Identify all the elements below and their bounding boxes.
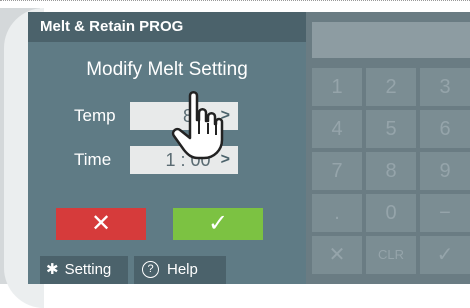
keypad-key[interactable]: ✕ [312,236,362,274]
setting-label: Setting [64,261,112,278]
keypad-key[interactable]: 5 [366,110,416,148]
keypad-key[interactable]: 1 [312,68,362,106]
cancel-button[interactable]: ✕ [56,208,146,240]
help-button[interactable]: ? Help [134,256,226,284]
confirm-button[interactable]: ✓ [173,208,263,240]
keypad-display [312,22,470,58]
keypad-key[interactable]: 4 [312,110,362,148]
help-icon: ? [142,260,159,278]
keypad-key[interactable]: 7 [312,152,362,190]
temp-label: Temp [74,106,116,125]
title-bar: Melt & Retain PROG [28,12,306,42]
dialog-subtitle: Modify Melt Setting [86,59,248,80]
main-panel: Melt & Retain PROG Modify Melt Setting T… [28,12,306,284]
close-icon: ✕ [90,210,112,237]
keypad-key[interactable]: 3 [420,68,470,106]
check-icon: ✓ [207,210,229,237]
keypad-key[interactable]: − [420,194,470,232]
help-label: Help [167,261,198,278]
keypad-panel: 1 2 3 4 5 6 7 8 9. 0− ✕ CLR ✓ [306,12,470,284]
keypad-key[interactable]: CLR [366,236,416,274]
keypad-key[interactable]: . [312,194,362,232]
keypad-key[interactable]: 6 [420,110,470,148]
keypad-key[interactable]: 9 [420,152,470,190]
setting-button[interactable]: ✱ Setting [40,256,128,284]
top-border [0,0,470,5]
hand-pointer-icon [171,91,224,160]
gear-icon: ✱ [46,261,59,278]
keypad-key[interactable]: 8 [366,152,416,190]
time-label: Time [74,150,112,169]
keypad-key[interactable]: 2 [366,68,416,106]
bottom-bar: ✱ Setting ? Help [28,256,306,284]
page-title: Melt & Retain PROG [40,18,184,35]
keypad-key[interactable]: ✓ [420,236,470,274]
keypad-key[interactable]: 0 [366,194,416,232]
